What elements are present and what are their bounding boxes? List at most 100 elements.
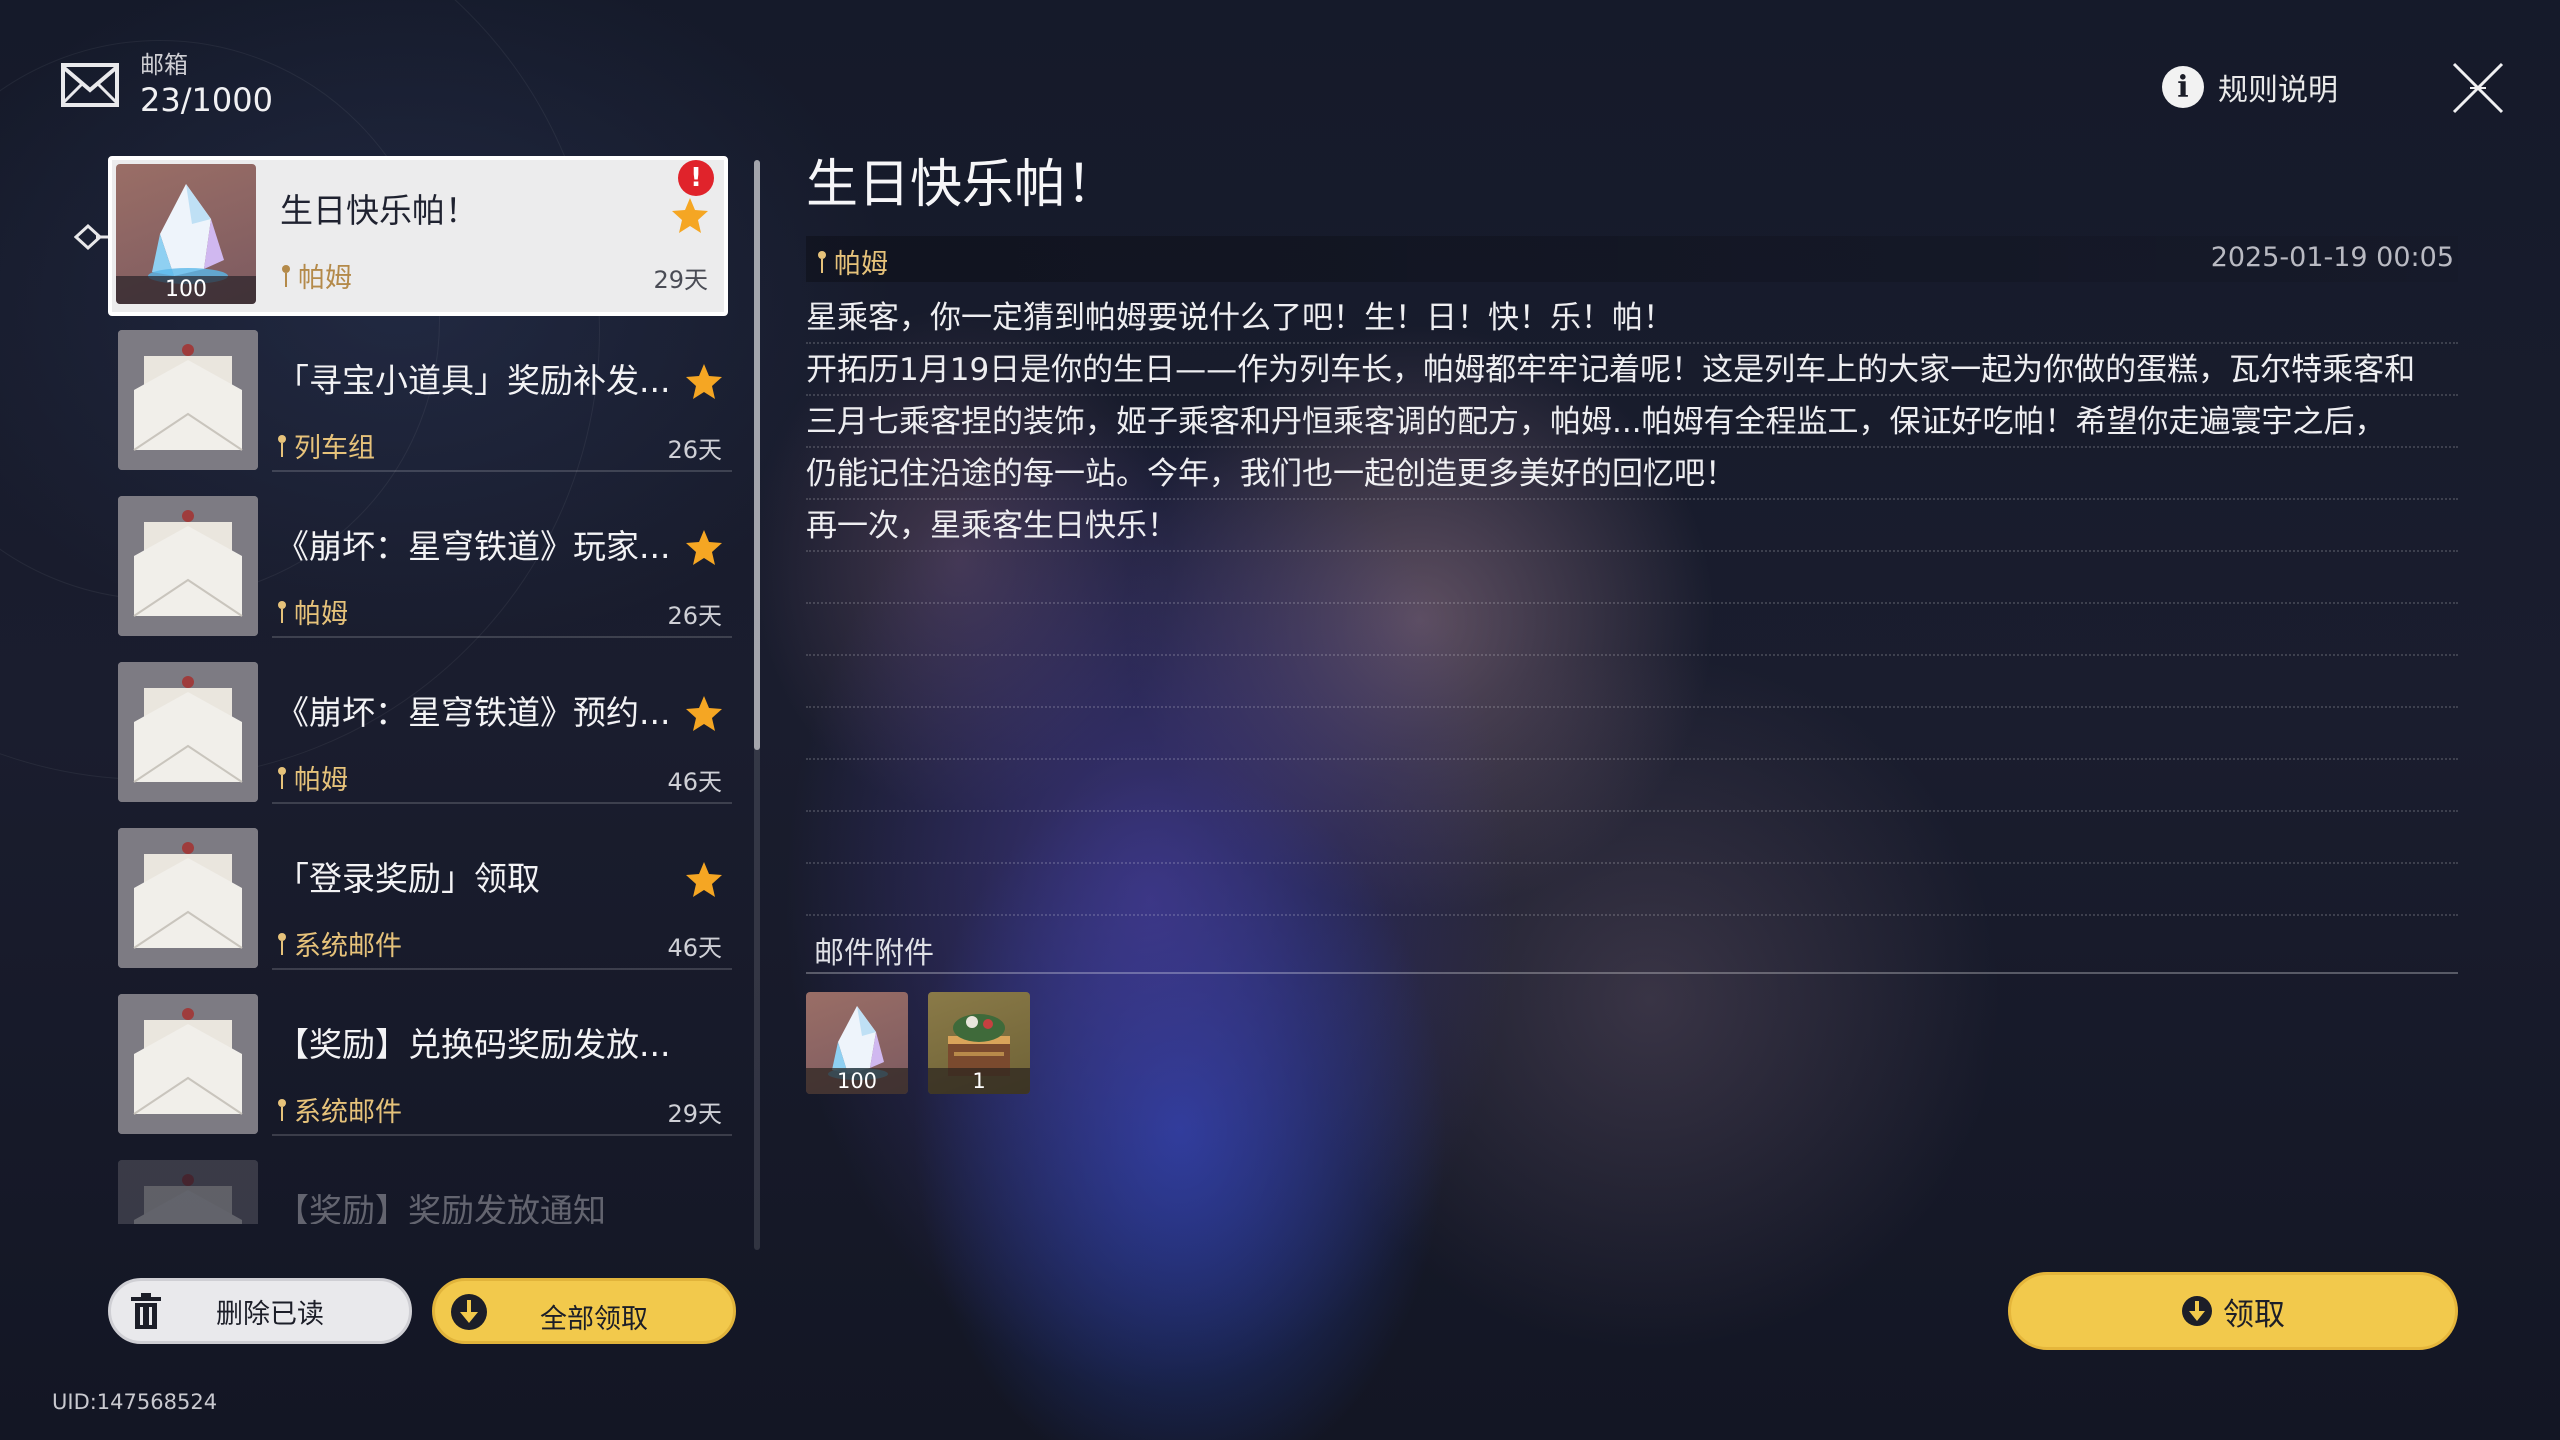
attachment-count: 1: [928, 1068, 1030, 1094]
selection-indicator-icon: [74, 223, 108, 251]
mail-detail-date: 2025-01-19 00:05: [2210, 242, 2454, 273]
envelope-thumbnail: [118, 828, 258, 968]
envelope-thumbnail: [118, 1160, 258, 1224]
mail-detail-body: 星乘客，你一定猜到帕姆要说什么了吧！生！日！快！乐！帕！ 开拓历1月19日是你的…: [806, 292, 2458, 916]
sender-pin-icon: [282, 264, 290, 287]
attachments-label: 邮件附件: [814, 936, 934, 971]
mail-title: 「寻宝小道具」奖励补发...: [276, 361, 671, 400]
mailbox-header: 邮箱 23/1000: [60, 50, 273, 120]
envelope-thumbnail: [118, 330, 258, 470]
body-line: [806, 760, 2458, 812]
alert-badge: !: [678, 160, 714, 196]
mail-icon: [61, 63, 119, 107]
body-line: [806, 604, 2458, 656]
mail-item[interactable]: 「寻宝小道具」奖励补发... 列车组 26天: [108, 330, 738, 490]
star-icon: [672, 198, 708, 233]
sender-pin-icon: [278, 600, 286, 623]
divider: [272, 636, 732, 638]
mail-title: 【奖励】奖励发放通知: [276, 1191, 606, 1224]
envelope-icon: [118, 662, 258, 802]
rules-label: 规则说明: [2218, 73, 2338, 108]
mail-detail-title: 生日快乐帕！: [806, 155, 1119, 215]
claim-all-label: 全部领取: [540, 1304, 648, 1335]
mail-days: 46天: [667, 934, 722, 962]
body-line: [806, 812, 2458, 864]
body-line: 星乘客，你一定猜到帕姆要说什么了吧！生！日！快！乐！帕！: [806, 292, 2458, 344]
mail-item[interactable]: 「登录奖励」领取 系统邮件 46天: [108, 828, 738, 988]
envelope-thumbnail: [118, 994, 258, 1134]
envelope-icon: [118, 994, 258, 1134]
mail-days: 29天: [667, 1100, 722, 1128]
mail-item[interactable]: 100 生日快乐帕！ 帕姆 29天 !: [108, 156, 728, 316]
star-icon: [686, 862, 722, 897]
envelope-icon: [118, 828, 258, 968]
rules-button[interactable]: i 规则说明: [2162, 65, 2338, 109]
mail-title: 「登录奖励」领取: [276, 859, 540, 898]
sender-pin-icon: [278, 1098, 286, 1121]
mail-title: 《崩坏：星穹铁道》玩家...: [276, 527, 671, 566]
body-line: [806, 656, 2458, 708]
crystal-icon[interactable]: 100: [806, 992, 908, 1094]
mail-days: 26天: [667, 436, 722, 464]
body-line: 再一次，星乘客生日快乐！: [806, 500, 2458, 552]
thumb-count: 100: [116, 276, 256, 304]
envelope-icon: [118, 496, 258, 636]
body-line: 三月七乘客捏的装饰，姬子乘客和丹恒乘客调的配方，帕姆...帕姆有全程监工，保证好…: [806, 396, 2458, 448]
body-line: [806, 552, 2458, 604]
mail-list[interactable]: 100 生日快乐帕！ 帕姆 29天 ! 「寻宝小道具」奖励补发... 列车组 2…: [108, 156, 738, 1224]
mail-title: 《崩坏：星穹铁道》预约...: [276, 693, 671, 732]
body-line: 开拓历1月19日是你的生日——作为列车长，帕姆都牢牢记着呢！这是列车上的大家一起…: [806, 344, 2458, 396]
claim-button[interactable]: 领取: [2008, 1272, 2458, 1350]
sender-pin-icon: [278, 932, 286, 955]
body-line: 仍能记住沿途的每一站。今年，我们也一起创造更多美好的回忆吧！: [806, 448, 2458, 500]
mailbox-count: 23/1000: [140, 81, 273, 119]
mail-detail-meta: 帕姆 2025-01-19 00:05: [806, 236, 2458, 282]
claim-label: 领取: [2223, 1296, 2285, 1333]
mail-detail-sender: 帕姆: [816, 242, 888, 281]
divider: [272, 968, 732, 970]
cake-item-icon[interactable]: 1: [928, 992, 1030, 1094]
star-icon: [686, 696, 722, 731]
divider: [272, 470, 732, 472]
divider: [272, 1134, 732, 1136]
body-line: [806, 864, 2458, 916]
mailbox-label: 邮箱: [140, 51, 188, 79]
mail-item[interactable]: 《崩坏：星穹铁道》预约... 帕姆 46天: [108, 662, 738, 822]
mail-sender: 帕姆: [276, 592, 348, 631]
sender-pin-icon: [278, 766, 286, 789]
mail-item[interactable]: 【奖励】兑换码奖励发放... 系统邮件 29天: [108, 994, 738, 1154]
download-icon: [2182, 1296, 2212, 1326]
mail-title: 【奖励】兑换码奖励发放...: [276, 1025, 671, 1064]
close-icon[interactable]: [2448, 58, 2508, 118]
star-icon: [686, 530, 722, 565]
mail-sender: 帕姆: [280, 256, 352, 295]
star-icon: [686, 364, 722, 399]
sender-pin-icon: [278, 434, 286, 457]
attachment-count: 100: [806, 1068, 908, 1094]
mail-item[interactable]: 《崩坏：星穹铁道》玩家... 帕姆 26天: [108, 496, 738, 656]
claim-all-button[interactable]: 全部领取: [432, 1278, 736, 1344]
mail-days: 46天: [667, 768, 722, 796]
body-line: [806, 708, 2458, 760]
mail-item[interactable]: 【奖励】奖励发放通知: [108, 1160, 738, 1224]
divider: [272, 802, 732, 804]
mail-sender: 系统邮件: [276, 1090, 402, 1129]
sender-pin-icon: [818, 250, 826, 273]
mail-days: 29天: [653, 266, 708, 294]
mail-title: 生日快乐帕！: [280, 191, 478, 230]
mail-sender: 帕姆: [276, 758, 348, 797]
envelope-thumbnail: [118, 662, 258, 802]
envelope-icon: [118, 1160, 258, 1224]
mail-sender: 系统邮件: [276, 924, 402, 963]
mail-days: 26天: [667, 602, 722, 630]
mail-list-scrollbar[interactable]: [754, 160, 760, 1250]
crystal-icon: 100: [116, 164, 256, 304]
scrollbar-thumb[interactable]: [754, 160, 760, 750]
envelope-icon: [118, 330, 258, 470]
uid-text: UID:147568524: [52, 1390, 218, 1414]
delete-read-label: 删除已读: [216, 1298, 324, 1330]
delete-read-button[interactable]: 删除已读: [108, 1278, 412, 1344]
envelope-thumbnail: [118, 496, 258, 636]
attachments-divider: [806, 972, 2458, 974]
mail-sender: 列车组: [276, 426, 375, 465]
